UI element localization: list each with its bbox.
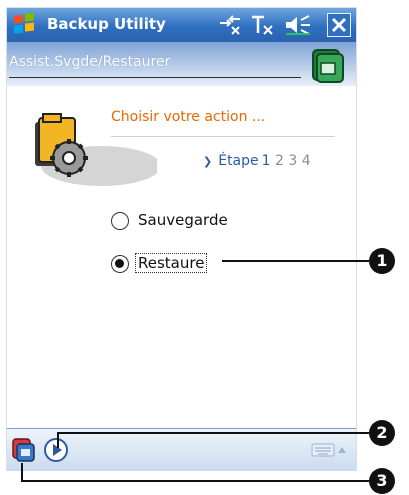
step-remaining: 2 3 4 [275,153,311,169]
step-current: 1 [261,153,271,169]
backup-app-icon[interactable] [11,437,37,463]
header-divider [9,77,301,78]
callout-2-leader [57,432,369,434]
callout-1: 1 [369,248,395,274]
callout-1-leader [222,260,369,262]
page-title: Assist.Svgde/Restaurer [9,54,171,70]
radio-restaure[interactable] [111,255,129,273]
option-label: Restaure [134,253,208,273]
bottom-taskbar [7,428,356,471]
callout-3-leader [21,480,369,482]
callout-2-leader-vertical [57,432,59,448]
step-label: Étape [218,153,259,169]
backup-app-icon [312,49,344,83]
step-indicator: ❯ Étape 1 2 3 4 [203,153,311,169]
keyboard-icon[interactable] [311,442,347,458]
speaker-icon[interactable] [282,14,312,36]
windows-start-icon[interactable] [11,12,37,38]
callout-2: 2 [369,420,395,446]
option-label: Sauvegarde [138,211,228,229]
close-button[interactable] [327,13,351,37]
signal-off-icon[interactable] [250,14,276,36]
callout-3: 3 [369,468,395,494]
radio-sauvegarde[interactable] [111,212,129,230]
step-arrow-icon: ❯ [203,155,213,168]
action-divider [111,136,335,137]
page-header: Assist.Svgde/Restaurer [7,42,356,86]
close-icon [331,17,347,33]
play-icon[interactable] [43,437,69,463]
window-title: Backup Utility [47,15,166,33]
action-title: Choisir votre action ... [111,109,266,125]
callout-3-leader-vertical [21,463,23,481]
title-bar: Backup Utility [7,8,356,42]
pocket-pc-screen: Backup Utility Assist.Svgde/Restaurer Ch… [6,7,357,471]
connectivity-icon[interactable] [217,14,243,36]
